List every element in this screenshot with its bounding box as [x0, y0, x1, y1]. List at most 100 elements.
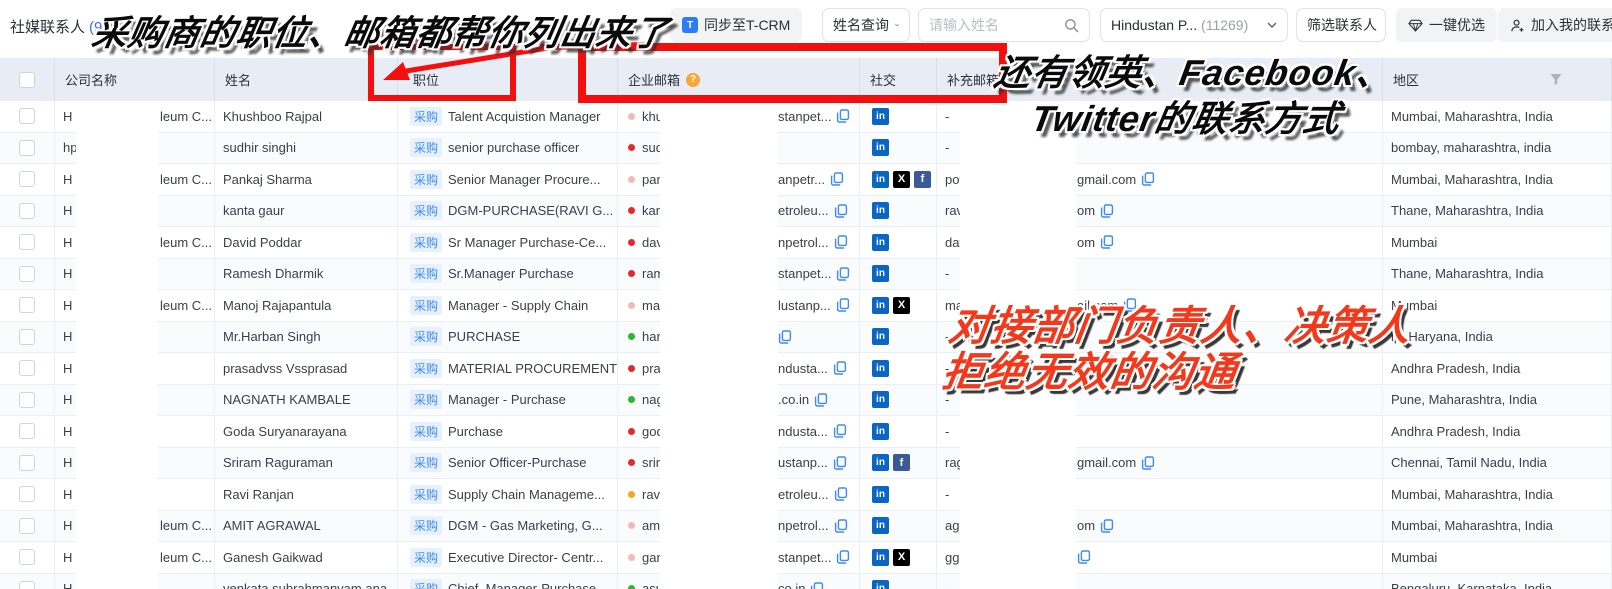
table-body: Hleum C...Khushboo Rajpal采购Talent Acquis…	[0, 101, 1612, 589]
email-status-dot	[628, 302, 635, 309]
copy-icon[interactable]	[1123, 298, 1137, 312]
row-checkbox[interactable]	[19, 518, 35, 534]
extra-email-partial-end: gmail.com	[1077, 172, 1136, 187]
copy-icon[interactable]	[836, 550, 850, 564]
linkedin-icon[interactable]: in	[872, 391, 889, 408]
linkedin-icon[interactable]: in	[872, 202, 889, 219]
copy-icon[interactable]	[1100, 519, 1114, 533]
copy-icon[interactable]	[834, 235, 848, 249]
search-input[interactable]: 请输入姓名	[918, 8, 1090, 42]
x-icon[interactable]: X	[893, 297, 910, 314]
company-name-partial: H	[63, 266, 72, 281]
position-title: Manager - Purchase	[448, 392, 566, 407]
linkedin-icon[interactable]: in	[872, 360, 889, 377]
company-name-partial: H	[63, 424, 72, 439]
copy-icon[interactable]	[833, 456, 847, 470]
copy-icon[interactable]	[1141, 456, 1155, 470]
select-all-checkbox[interactable]	[19, 72, 35, 88]
extra-email-partial-start: -	[945, 392, 949, 407]
email-status-dot	[628, 333, 635, 340]
row-checkbox[interactable]	[19, 266, 35, 282]
copy-icon[interactable]	[834, 204, 848, 218]
social-cell: inX	[860, 542, 937, 573]
linkedin-icon[interactable]: in	[872, 549, 889, 566]
region-cell: Mumbai	[1383, 290, 1612, 321]
copy-icon[interactable]	[833, 424, 847, 438]
header-position: 职位	[398, 58, 618, 101]
copy-icon[interactable]	[834, 519, 848, 533]
copy-icon[interactable]	[1077, 550, 1091, 564]
sync-to-tcrm-button[interactable]: T 同步至T-CRM	[670, 8, 802, 42]
row-checkbox[interactable]	[19, 549, 35, 565]
linkedin-icon[interactable]: in	[872, 108, 889, 125]
row-checkbox[interactable]	[19, 423, 35, 439]
x-icon[interactable]: X	[893, 171, 910, 188]
position-title: Chief. Manager-Purchase	[448, 581, 596, 589]
row-checkbox[interactable]	[19, 455, 35, 471]
company-name-partial: leum C...	[160, 518, 212, 533]
row-checkbox[interactable]	[19, 297, 35, 313]
position-title: Manager - Supply Chain	[448, 298, 588, 313]
linkedin-icon[interactable]: in	[872, 517, 889, 534]
contact-name: Khushboo Rajpal	[215, 101, 398, 132]
search-icon[interactable]	[1064, 18, 1079, 33]
copy-icon[interactable]	[1100, 204, 1114, 218]
extra-email-partial-end: om	[1077, 203, 1095, 218]
add-to-my-contacts-button[interactable]: 加入我的联系人	[1498, 8, 1612, 42]
row-checkbox[interactable]	[19, 171, 35, 187]
company-name-partial: leum C...	[160, 172, 212, 187]
linkedin-icon[interactable]: in	[872, 139, 889, 156]
region-cell: Mumbai	[1383, 542, 1612, 573]
row-checkbox[interactable]	[19, 581, 35, 589]
row-checkbox[interactable]	[19, 234, 35, 250]
row-checkbox[interactable]	[19, 486, 35, 502]
copy-icon[interactable]	[810, 582, 824, 589]
company-filter-dropdown[interactable]: Hindustan P... (11269)	[1100, 8, 1288, 42]
one-click-optimize-button[interactable]: 一键优选	[1396, 8, 1497, 42]
row-checkbox[interactable]	[19, 360, 35, 376]
x-icon[interactable]: X	[893, 549, 910, 566]
row-checkbox[interactable]	[19, 329, 35, 345]
table-row: HRavi Ranjan采购Supply Chain Manageme...ra…	[0, 479, 1612, 511]
linkedin-icon[interactable]: in	[872, 297, 889, 314]
name-query-dropdown[interactable]: 姓名查询	[822, 8, 910, 42]
table-row: Hleum C...Pankaj Sharma采购Senior Manager …	[0, 164, 1612, 196]
facebook-icon[interactable]: f	[893, 454, 910, 471]
copy-icon[interactable]	[836, 267, 850, 281]
filter-funnel-icon[interactable]	[1549, 72, 1563, 86]
row-checkbox[interactable]	[19, 203, 35, 219]
email-partial-end: npetrol...	[778, 235, 829, 250]
chevron-down-icon	[895, 22, 899, 28]
company-name-partial: H	[63, 581, 72, 589]
copy-icon[interactable]	[836, 109, 850, 123]
social-cell: in	[860, 479, 937, 510]
linkedin-icon[interactable]: in	[872, 265, 889, 282]
linkedin-icon[interactable]: in	[872, 328, 889, 345]
copy-icon[interactable]	[833, 361, 847, 375]
region-cell: Thane, Maharashtra, India	[1383, 196, 1612, 227]
email-status-dot	[628, 113, 635, 120]
contact-name: Manoj Rajapantula	[215, 290, 398, 321]
linkedin-icon[interactable]: in	[872, 234, 889, 251]
region-cell: Thane, Maharashtra, India	[1383, 259, 1612, 290]
social-cell: in	[860, 574, 937, 589]
row-checkbox[interactable]	[19, 140, 35, 156]
linkedin-icon[interactable]: in	[872, 171, 889, 188]
company-name-partial: H	[63, 392, 72, 407]
copy-icon[interactable]	[814, 393, 828, 407]
copy-icon[interactable]	[778, 330, 792, 344]
linkedin-icon[interactable]: in	[872, 423, 889, 440]
row-checkbox[interactable]	[19, 108, 35, 124]
copy-icon[interactable]	[1141, 172, 1155, 186]
copy-icon[interactable]	[830, 172, 844, 186]
copy-icon[interactable]	[1100, 235, 1114, 249]
filter-contacts-dropdown[interactable]: 筛选联系人	[1296, 8, 1386, 42]
linkedin-icon[interactable]: in	[872, 486, 889, 503]
linkedin-icon[interactable]: in	[872, 454, 889, 471]
copy-icon[interactable]	[836, 298, 850, 312]
copy-icon[interactable]	[834, 487, 848, 501]
linkedin-icon[interactable]: in	[872, 580, 889, 589]
row-checkbox[interactable]	[19, 392, 35, 408]
help-icon[interactable]: ?	[686, 73, 700, 87]
facebook-icon[interactable]: f	[914, 171, 931, 188]
